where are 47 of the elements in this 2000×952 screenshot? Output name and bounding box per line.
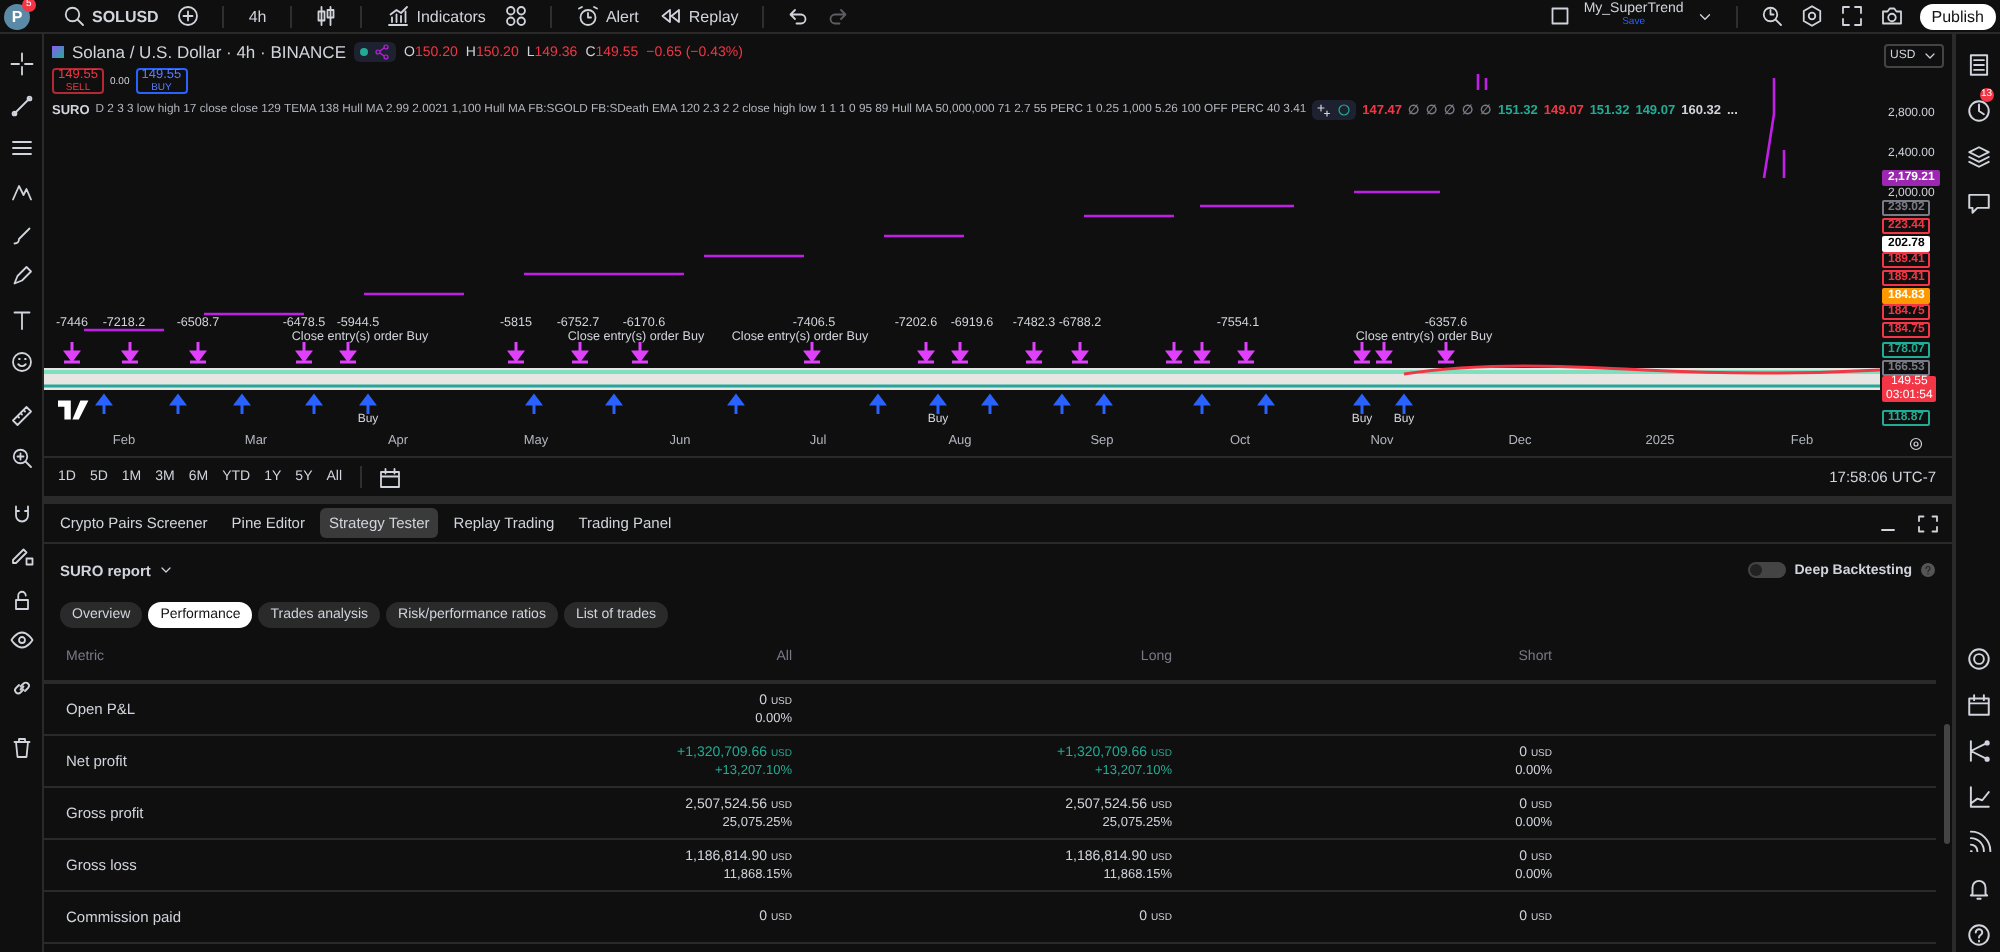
crosshair-icon[interactable] — [9, 52, 33, 76]
maximize-icon[interactable] — [1912, 511, 1944, 535]
brush-icon[interactable] — [9, 224, 33, 248]
indicators-icon — [386, 4, 411, 28]
text-icon[interactable] — [9, 308, 33, 332]
tradingview-logo — [58, 400, 90, 420]
symbol-icon — [52, 46, 64, 58]
smiley-icon[interactable] — [9, 350, 33, 374]
trash-icon[interactable] — [9, 736, 33, 760]
chevron-down-icon — [1922, 48, 1938, 64]
share-icon — [374, 44, 390, 60]
alarm-clock-icon — [575, 4, 600, 28]
publish-button[interactable]: Publish — [1919, 3, 1996, 29]
study-controls[interactable] — [1312, 100, 1357, 120]
eye-icon[interactable] — [9, 628, 33, 652]
replay-button[interactable]: Replay — [652, 2, 745, 30]
broadcast-icon[interactable] — [1965, 830, 1991, 856]
clock-icon[interactable] — [1965, 98, 1991, 124]
chart-title[interactable]: Solana / U.S. Dollar · 4h · BINANCE — [72, 42, 346, 62]
rewind-icon — [658, 4, 683, 28]
watchlist-icon[interactable] — [1965, 52, 1991, 78]
link-icon[interactable] — [9, 676, 33, 700]
deep-backtesting-toggle[interactable] — [1748, 562, 1787, 578]
indicators-button[interactable]: Indicators — [380, 2, 492, 30]
layers-icon[interactable] — [1965, 144, 1991, 170]
pattern-icon[interactable] — [9, 180, 33, 204]
trend-line-icon[interactable] — [9, 94, 33, 118]
chevron-down-icon — [158, 562, 175, 578]
sparkle-icon — [1316, 102, 1333, 118]
interval-button[interactable]: 4h — [242, 2, 273, 30]
pen-icon[interactable] — [9, 264, 33, 288]
help-icon[interactable] — [1965, 922, 1991, 948]
chart-icon[interactable] — [1965, 784, 1991, 810]
search-icon — [62, 4, 86, 28]
horizontal-lines-icon[interactable] — [9, 136, 33, 160]
calendar-icon[interactable] — [1965, 692, 1991, 718]
bell-icon[interactable] — [1965, 876, 1991, 902]
user-avatar[interactable]: P — [4, 4, 30, 30]
alert-button[interactable]: Alert — [569, 2, 645, 30]
magnet-icon[interactable] — [9, 502, 33, 526]
lock-icon[interactable] — [9, 588, 33, 612]
network-icon[interactable] — [1965, 738, 1991, 764]
chat-icon[interactable] — [1965, 190, 1991, 216]
zoom-icon[interactable] — [9, 446, 33, 470]
target-icon[interactable] — [1965, 646, 1991, 672]
ruler-icon[interactable] — [9, 404, 33, 428]
symbol-search-button[interactable]: SOLUSD — [56, 2, 165, 30]
